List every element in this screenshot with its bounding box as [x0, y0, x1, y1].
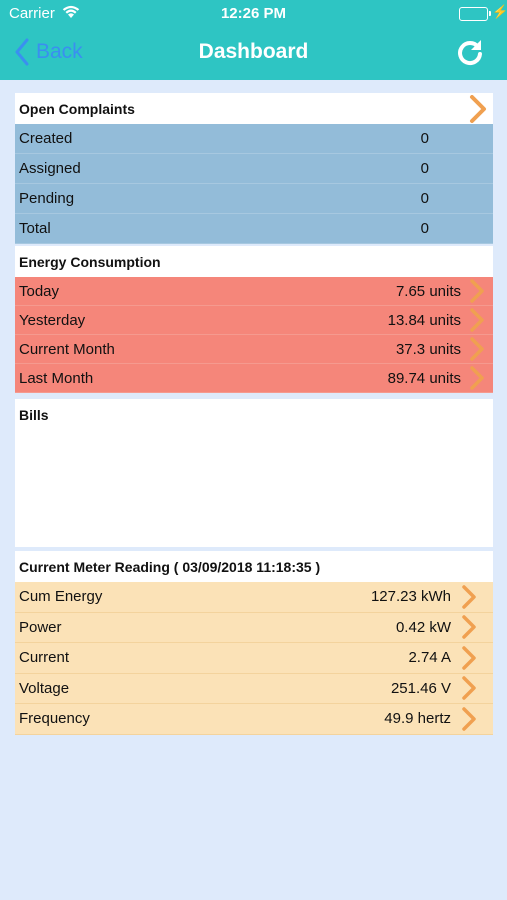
row-label: Cum Energy — [19, 588, 103, 606]
bills-header: Bills — [15, 399, 493, 430]
charging-icon: ⚡ — [492, 4, 507, 19]
row-label: Current Month — [19, 340, 115, 358]
bills-card: Bills — [15, 399, 493, 547]
row-label: Frequency — [19, 710, 90, 728]
refresh-icon[interactable] — [456, 38, 484, 66]
row-label: Yesterday — [19, 311, 86, 329]
chevron-right-icon — [462, 707, 476, 731]
chevron-right-icon — [470, 279, 484, 303]
row-value: 0 — [420, 190, 429, 207]
complaint-row-assigned: Assigned 0 — [15, 154, 493, 184]
energy-row-today[interactable]: Today 7.65 units — [15, 277, 493, 306]
row-value: 7.65 units — [395, 282, 461, 300]
row-label: Current — [19, 649, 70, 667]
row-value: 13.84 units — [387, 311, 461, 329]
chevron-right-icon[interactable] — [469, 95, 487, 123]
row-value: 49.9 hertz — [384, 710, 451, 728]
chevron-right-icon — [470, 308, 484, 332]
meter-row-frequency[interactable]: Frequency 49.9 hertz — [15, 704, 493, 735]
meter-card: Current Meter Reading ( 03/09/2018 11:18… — [15, 551, 493, 735]
row-value: 0.42 kW — [395, 618, 451, 636]
row-value: 0 — [420, 130, 429, 147]
meter-header: Current Meter Reading ( 03/09/2018 11:18… — [15, 551, 493, 582]
row-value: 251.46 V — [390, 679, 451, 697]
complaint-row-pending: Pending 0 — [15, 184, 493, 214]
energy-row-current-month[interactable]: Current Month 37.3 units — [15, 335, 493, 364]
meter-row-cum-energy[interactable]: Cum Energy 127.23 kWh — [15, 582, 493, 613]
meter-row-voltage[interactable]: Voltage 251.46 V — [15, 673, 493, 704]
energy-title: Energy Consumption — [19, 253, 161, 270]
row-value: 89.74 units — [387, 369, 461, 387]
energy-row-yesterday[interactable]: Yesterday 13.84 units — [15, 306, 493, 335]
complaints-card: Open Complaints Created 0 Assigned 0 Pen… — [15, 93, 493, 244]
clock: 12:26 PM — [220, 5, 287, 22]
energy-header: Energy Consumption — [15, 246, 493, 277]
page-title: Dashboard — [198, 40, 309, 63]
row-value: 37.3 units — [395, 340, 461, 358]
energy-row-last-month[interactable]: Last Month 89.74 units — [15, 364, 493, 393]
battery-icon — [459, 7, 491, 21]
row-value: 127.23 kWh — [370, 588, 451, 606]
status-bar: Carrier 12:26 PM ⚡ — [0, 0, 507, 28]
row-label: Today — [19, 282, 60, 300]
navigation-bar: Carrier 12:26 PM ⚡ Back Dashboard — [0, 0, 507, 80]
chevron-right-icon — [462, 585, 476, 609]
chevron-right-icon — [462, 615, 476, 639]
row-label: Last Month — [19, 369, 94, 387]
row-label: Voltage — [19, 679, 70, 697]
energy-card: Energy Consumption Today 7.65 units Yest… — [15, 246, 493, 393]
chevron-right-icon — [462, 676, 476, 700]
meter-row-power[interactable]: Power 0.42 kW — [15, 612, 493, 643]
complaints-header[interactable]: Open Complaints — [15, 93, 493, 124]
chevron-right-icon — [462, 646, 476, 670]
meter-row-current[interactable]: Current 2.74 A — [15, 643, 493, 674]
row-value: 2.74 A — [408, 649, 451, 667]
row-value: 0 — [420, 160, 429, 177]
chevron-right-icon — [470, 337, 484, 361]
complaint-row-total: Total 0 — [15, 214, 493, 244]
chevron-right-icon — [470, 366, 484, 390]
meter-title: Current Meter Reading ( 03/09/2018 11:18… — [19, 558, 321, 575]
bills-title: Bills — [19, 406, 49, 423]
row-value: 0 — [420, 220, 429, 237]
complaint-row-created: Created 0 — [15, 124, 493, 154]
row-label: Power — [19, 618, 62, 636]
complaints-title: Open Complaints — [19, 100, 135, 117]
